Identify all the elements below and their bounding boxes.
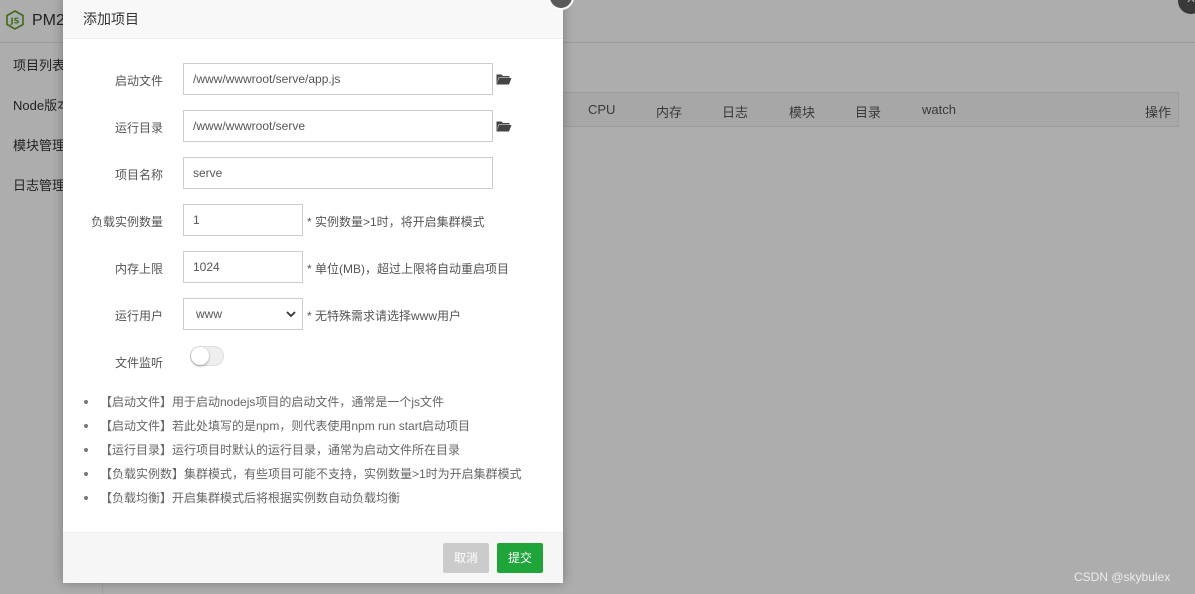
- note-text: 【负载均衡】开启集群模式后将根据实例数自动负载均衡: [100, 491, 401, 505]
- instances-hint: * 实例数量>1时，将开启集群模式: [307, 215, 485, 229]
- bullet-icon: [84, 496, 88, 500]
- bullet-icon: [84, 400, 88, 404]
- note-text: 【运行目录】运行项目时默认的运行目录，通常为启动文件所在目录: [100, 443, 461, 457]
- list-item: 【负载实例数】集群模式，有些项目可能不支持，实例数量>1时为开启集群模式: [81, 466, 551, 490]
- dialog-title: 添加项目: [83, 11, 139, 27]
- start-file-input[interactable]: /www/wwwroot/serve/app.js: [183, 63, 493, 95]
- run-dir-label: 运行目录: [114, 121, 163, 135]
- run-user-select[interactable]: www: [183, 298, 303, 330]
- dialog-header: 添加项目: [63, 0, 563, 39]
- cancel-button[interactable]: 取消: [443, 543, 489, 573]
- run-user-selected-value: www: [196, 307, 222, 321]
- note-text: 【负载实例数】集群模式，有些项目可能不支持，实例数量>1时为开启集群模式: [100, 467, 522, 481]
- list-item: 【启动文件】用于启动nodejs项目的启动文件，通常是一个js文件: [81, 394, 551, 418]
- add-project-dialog: 添加项目 × 启动文件 /www/wwwroot/serve/app.js 运行…: [63, 0, 574, 583]
- start-file-label: 启动文件: [114, 74, 163, 88]
- bullet-icon: [84, 448, 88, 452]
- note-text: 【启动文件】用于启动nodejs项目的启动文件，通常是一个js文件: [100, 395, 445, 409]
- folder-icon[interactable]: [496, 120, 512, 132]
- run-user-hint: * 无特殊需求请选择www用户: [307, 309, 462, 323]
- watermark: CSDN @skybulex: [1074, 570, 1171, 584]
- bullet-icon: [84, 472, 88, 476]
- run-dir-input[interactable]: /www/wwwroot/serve: [183, 110, 493, 142]
- instances-label: 负载实例数量: [90, 215, 163, 229]
- help-notes-list: 【启动文件】用于启动nodejs项目的启动文件，通常是一个js文件 【启动文件】…: [81, 394, 551, 514]
- dialog-footer: 取消 提交: [63, 532, 563, 583]
- toggle-knob: [191, 347, 209, 365]
- bullet-icon: [84, 424, 88, 428]
- memory-limit-hint: * 单位(MB)，超过上限将自动重启项目: [307, 262, 509, 276]
- file-watch-toggle[interactable]: [190, 346, 224, 366]
- run-user-label: 运行用户: [114, 309, 163, 323]
- folder-icon[interactable]: [496, 73, 512, 85]
- file-watch-label: 文件监听: [114, 356, 163, 370]
- list-item: 【负载均衡】开启集群模式后将根据实例数自动负载均衡: [81, 490, 551, 514]
- list-item: 【运行目录】运行项目时默认的运行目录，通常为启动文件所在目录: [81, 442, 551, 466]
- memory-limit-input[interactable]: 1024: [183, 251, 303, 283]
- project-name-label: 项目名称: [114, 168, 163, 182]
- submit-button[interactable]: 提交: [497, 543, 543, 573]
- chevron-down-icon: [286, 311, 296, 318]
- project-name-input[interactable]: serve: [183, 157, 493, 189]
- memory-limit-label: 内存上限: [114, 262, 163, 276]
- instances-input[interactable]: 1: [183, 204, 303, 236]
- list-item: 【启动文件】若此处填写的是npm，则代表使用npm run start启动项目: [81, 418, 551, 442]
- note-text: 【启动文件】若此处填写的是npm，则代表使用npm run start启动项目: [100, 419, 471, 433]
